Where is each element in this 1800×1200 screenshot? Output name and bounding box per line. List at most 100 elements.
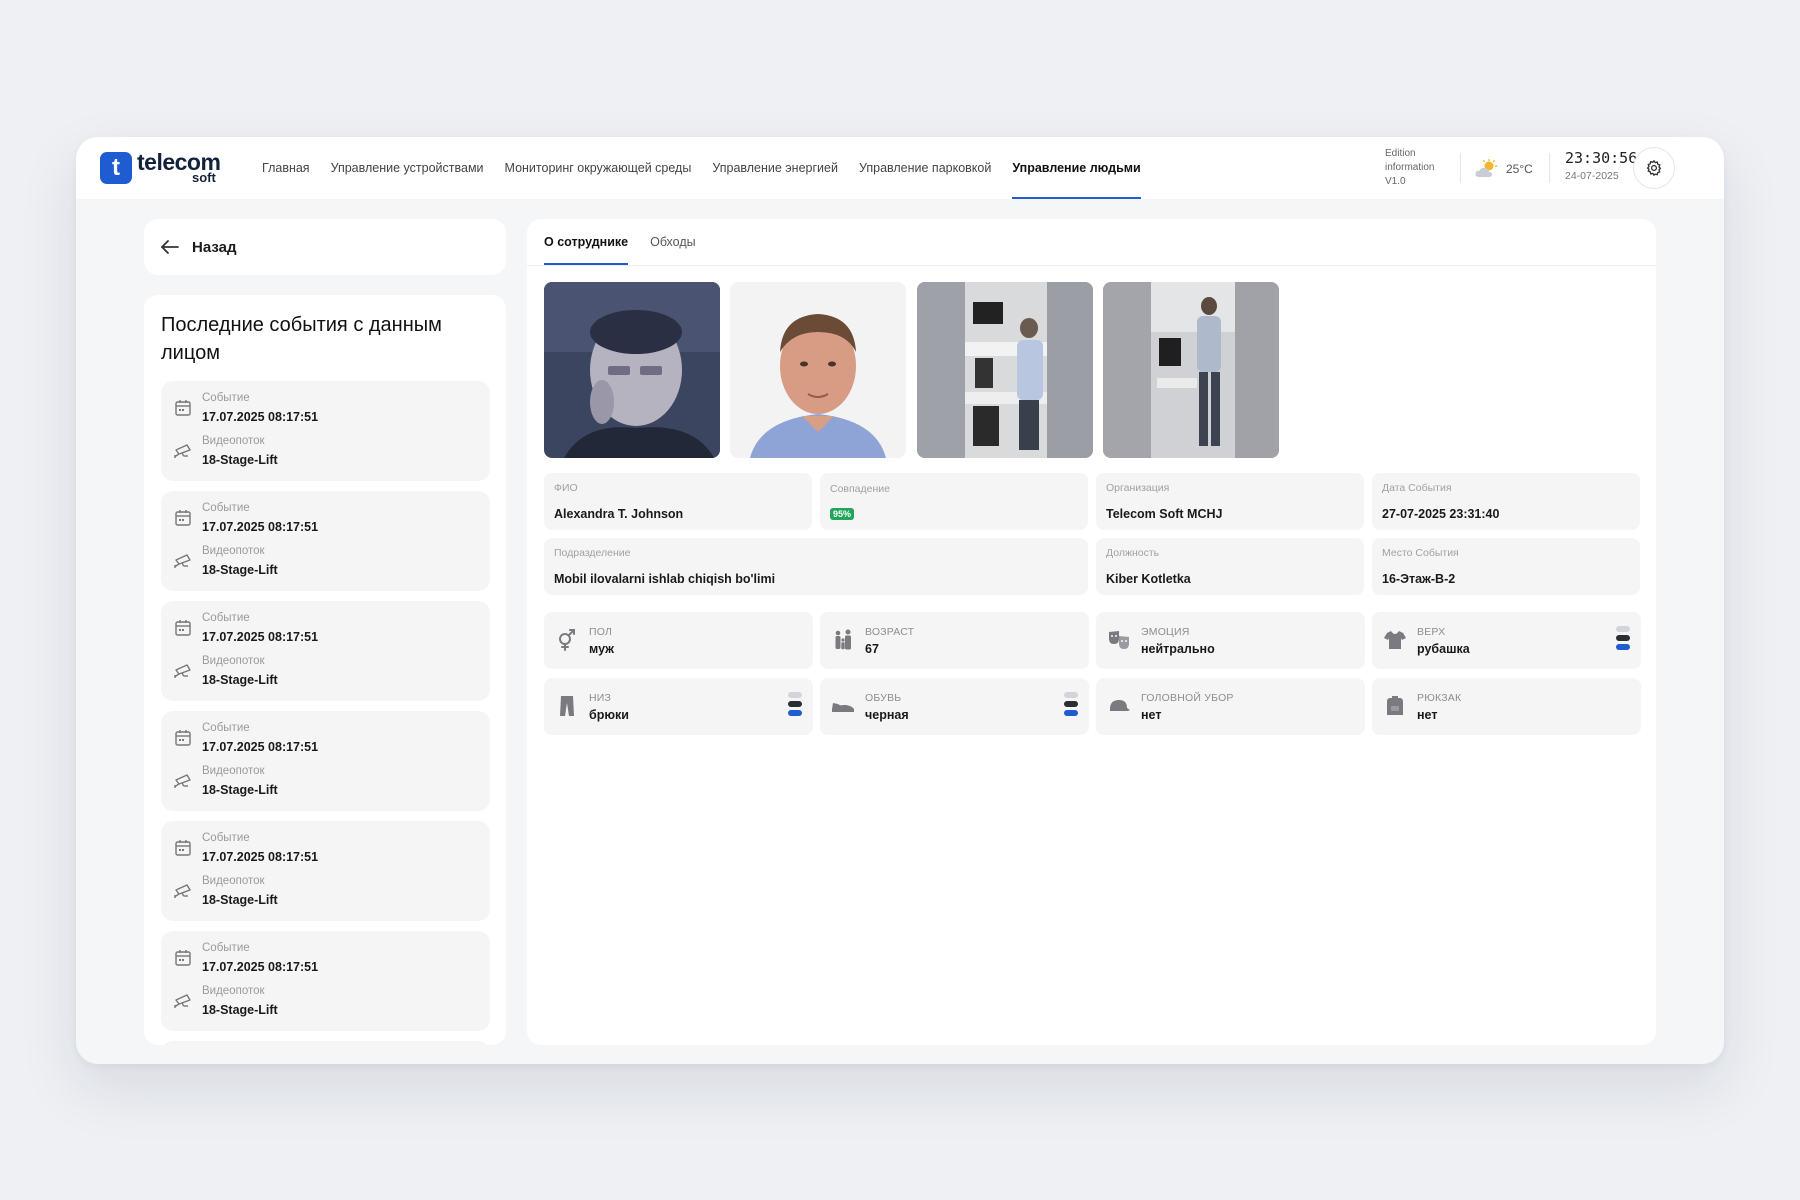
reference-photo[interactable] <box>730 282 906 458</box>
cap-icon <box>1110 700 1130 711</box>
clock-date: 24-07-2025 <box>1565 170 1619 182</box>
nav-item-environment[interactable]: Мониторинг окружающей среды <box>505 137 692 199</box>
event-item[interactable]: Событие 17.07.2025 08:17:51 Видеопоток 1… <box>161 381 490 481</box>
event-item[interactable] <box>161 1041 490 1045</box>
family-age-icon <box>835 629 851 650</box>
top-clothing-label: верх <box>1417 626 1446 638</box>
event-label: Событие <box>202 722 250 734</box>
event-datetime: 17.07.2025 08:17:51 <box>202 410 319 424</box>
back-label: Назад <box>192 238 237 256</box>
tab-rounds[interactable]: Обходы <box>650 219 696 265</box>
stream-label: Видеопоток <box>202 545 265 557</box>
nav-item-devices[interactable]: Управление устройствами <box>331 137 484 199</box>
nav-item-people[interactable]: Управление людьми <box>1012 137 1142 199</box>
back-button[interactable]: Назад <box>144 219 506 275</box>
event-label: Событие <box>202 502 250 514</box>
event-label: Событие <box>202 612 250 624</box>
backpack-label: рюкзак <box>1417 692 1462 704</box>
color-chip <box>1064 701 1078 707</box>
gear-icon <box>1646 159 1662 177</box>
backpack-attribute: рюкзак нет <box>1372 678 1641 735</box>
weather-widget: 25°C <box>1474 159 1533 179</box>
position-value: Kiber Kotletka <box>1106 572 1191 586</box>
cctv-camera-icon <box>174 444 191 458</box>
calendar-icon <box>175 950 191 966</box>
nav-item-parking[interactable]: Управление парковкой <box>859 137 991 199</box>
event-datetime: 17.07.2025 08:17:51 <box>202 740 319 754</box>
event-item[interactable]: Событие 17.07.2025 08:17:51 Видеопоток 1… <box>161 601 490 701</box>
shoes-value: черная <box>865 708 909 722</box>
department-value: Mobil ilovalarni ishlab chiqish bo'limi <box>554 572 776 586</box>
event-stream: 18-Stage-Lift <box>202 563 278 577</box>
face-capture-image <box>544 282 720 458</box>
reference-portrait-image <box>730 282 906 458</box>
event-label: Событие <box>202 832 250 844</box>
gender-attribute: пол муж <box>544 612 813 669</box>
event-place-value: 16-Этаж-B-2 <box>1382 572 1456 586</box>
stream-label: Видеопоток <box>202 875 265 887</box>
top-clothing-value: рубашка <box>1417 642 1470 656</box>
clock: 23:30:56 24-07-2025 <box>1565 149 1637 182</box>
main-nav: Главная Управление устройствами Монитори… <box>262 137 1142 199</box>
logo[interactable]: t telecom soft <box>100 149 230 186</box>
detail-tabs: О сотруднике Обходы <box>544 219 696 265</box>
organization-value: Telecom Soft MCHJ <box>1106 507 1223 521</box>
tabs-divider <box>527 265 1656 266</box>
event-item[interactable]: Событие 17.07.2025 08:17:51 Видеопоток 1… <box>161 931 490 1031</box>
color-chip <box>1064 692 1078 698</box>
shoes-attribute: обувь черная <box>820 678 1089 735</box>
bottom-clothing-label: низ <box>589 692 612 704</box>
logo-sub: soft <box>192 170 216 185</box>
event-date-value: 27-07-2025 23:31:40 <box>1382 507 1500 521</box>
calendar-icon <box>175 840 191 856</box>
logo-mark: t <box>100 152 132 184</box>
header-divider <box>1460 153 1461 183</box>
cctv-frame-photo[interactable] <box>917 282 1093 458</box>
headwear-value: нет <box>1141 708 1162 722</box>
events-title: Последние события с данным лицом <box>161 314 442 364</box>
color-chip <box>788 701 802 707</box>
nav-item-home[interactable]: Главная <box>262 137 310 199</box>
stream-label: Видеопоток <box>202 655 265 667</box>
event-item[interactable]: Событие 17.07.2025 08:17:51 Видеопоток 1… <box>161 711 490 811</box>
shoes-color-chips <box>1064 692 1078 716</box>
stream-label: Видеопоток <box>202 435 265 447</box>
match-badge: 95% <box>830 508 855 520</box>
cctv-camera-icon <box>174 884 191 898</box>
settings-button[interactable] <box>1633 147 1675 189</box>
bottom-clothing-value: брюки <box>589 708 629 722</box>
employee-detail-panel: О сотруднике Обходы ФИО Alexandra T. Joh… <box>527 219 1656 1045</box>
edition-line-2: information <box>1385 162 1435 173</box>
calendar-icon <box>175 620 191 636</box>
age-attribute: возраст 67 <box>820 612 1089 669</box>
recent-events-panel: Последние события с данным лицом Событие… <box>144 295 506 1045</box>
event-datetime: 17.07.2025 08:17:51 <box>202 520 319 534</box>
shoes-label: обувь <box>865 692 902 704</box>
cctv-frame-photo[interactable] <box>1103 282 1279 458</box>
department-label: Подразделение <box>554 547 631 559</box>
event-item[interactable]: Событие 17.07.2025 08:17:51 Видеопоток 1… <box>161 491 490 591</box>
color-chip <box>1616 635 1630 641</box>
arrow-left-icon <box>161 240 179 254</box>
top-bar: t telecom soft Главная Управление устрой… <box>76 137 1724 199</box>
event-stream: 18-Stage-Lift <box>202 893 278 907</box>
emotion-label: эмоция <box>1141 626 1190 638</box>
theater-masks-icon <box>1109 631 1129 649</box>
event-stream: 18-Stage-Lift <box>202 783 278 797</box>
cctv-frame-image-1 <box>917 282 1093 458</box>
event-item[interactable]: Событие 17.07.2025 08:17:51 Видеопоток 1… <box>161 821 490 921</box>
header-divider <box>1549 153 1550 183</box>
trousers-icon <box>560 696 574 716</box>
match-label: Совпадение <box>830 483 890 495</box>
nav-item-energy[interactable]: Управление энергией <box>712 137 838 199</box>
event-stream: 18-Stage-Lift <box>202 673 278 687</box>
gender-value: муж <box>589 642 615 656</box>
match-field: Совпадение 95% <box>820 473 1088 530</box>
face-capture-photo[interactable] <box>544 282 720 458</box>
app-window: t telecom soft Главная Управление устрой… <box>76 137 1724 1064</box>
calendar-icon <box>175 400 191 416</box>
t-shirt-icon <box>1384 631 1406 649</box>
clock-time: 23:30:56 <box>1565 149 1638 167</box>
position-label: Должность <box>1106 547 1160 559</box>
tab-about-employee[interactable]: О сотруднике <box>544 219 629 265</box>
